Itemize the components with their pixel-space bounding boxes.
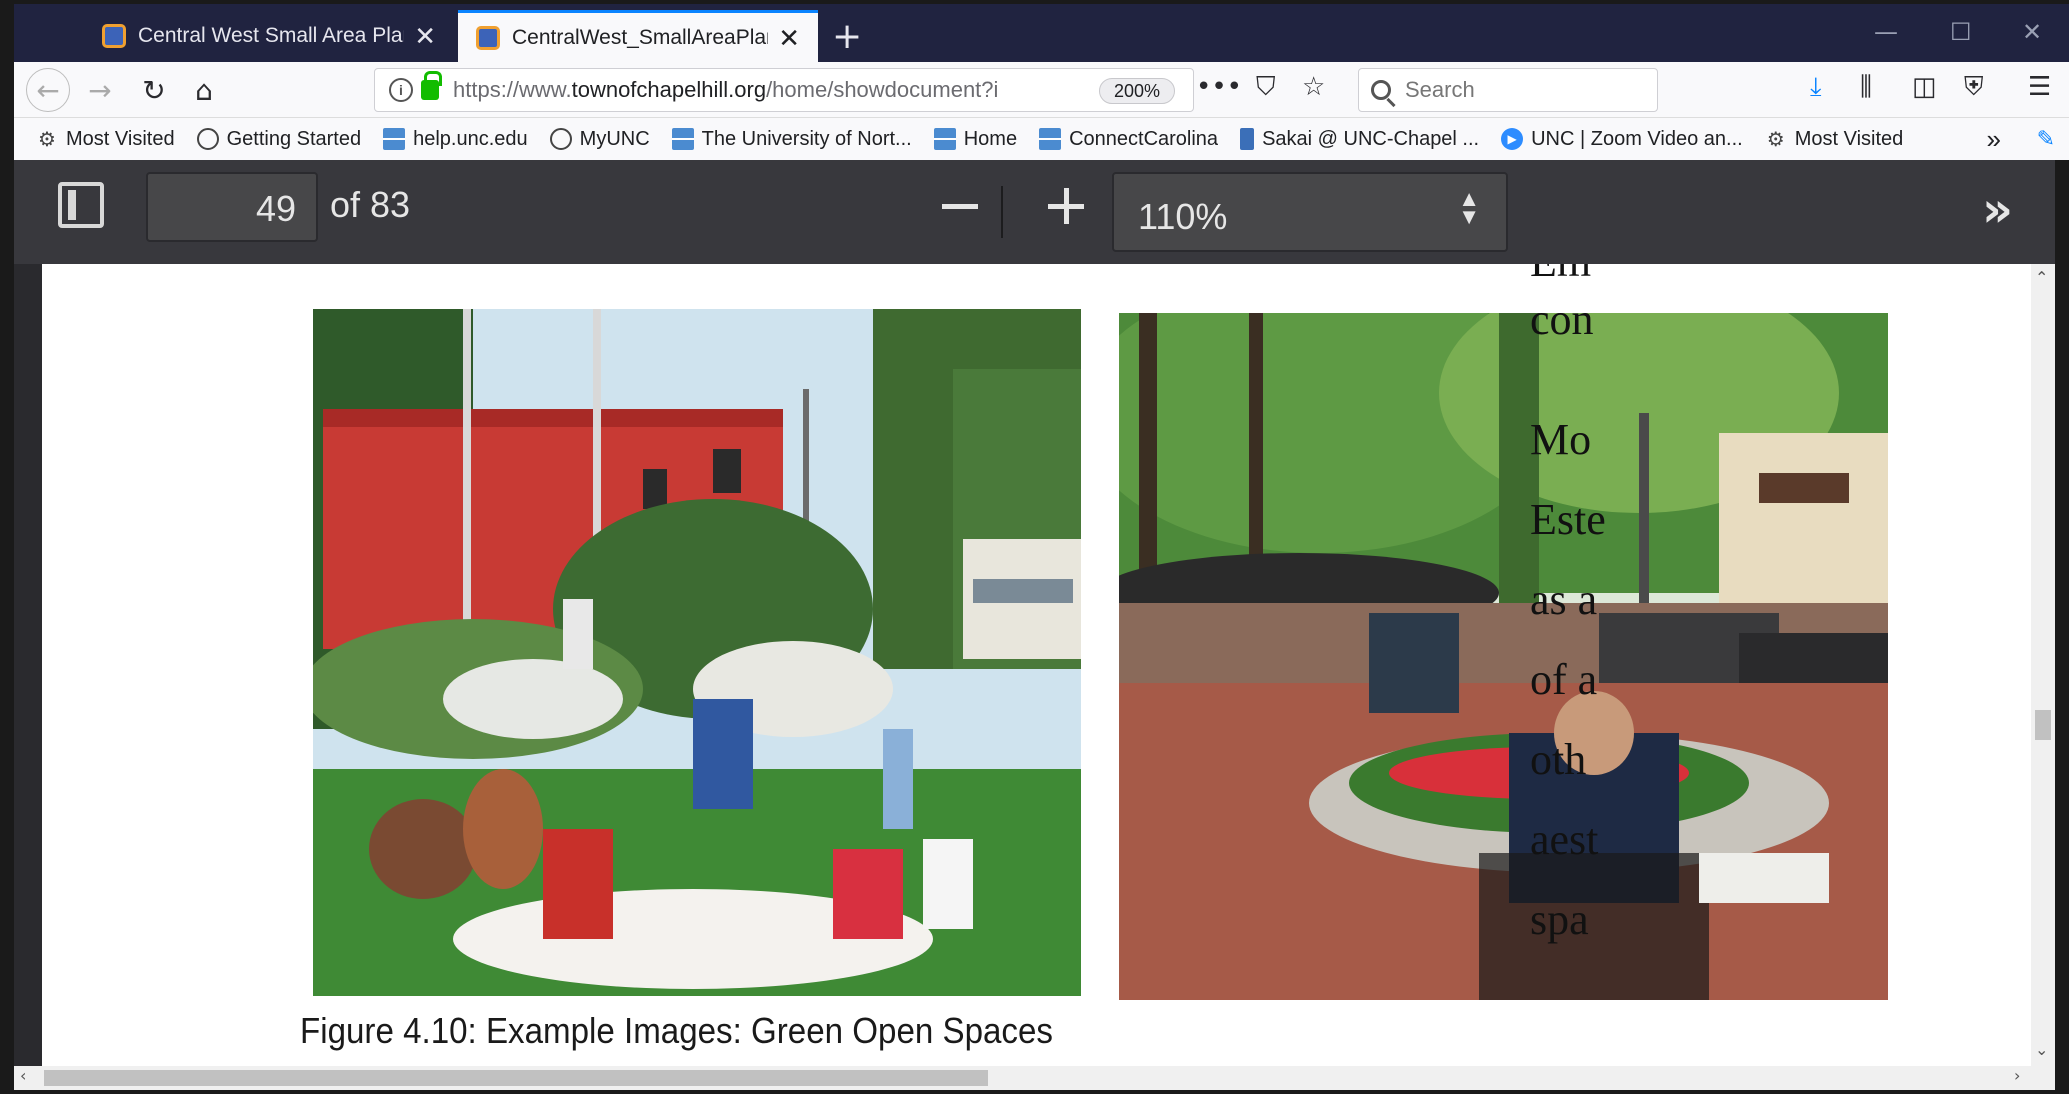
navigation-toolbar: ← → ↻ ⌂ i https://www.townofchapelhill.o… bbox=[14, 62, 2069, 118]
tab-strip: Central West Small Area Plan | ✕ Central… bbox=[14, 4, 2069, 62]
forward-button[interactable]: → bbox=[80, 70, 120, 110]
library-icon[interactable]: ⫼ bbox=[1860, 72, 1872, 103]
new-tab-button[interactable]: + bbox=[832, 16, 862, 57]
bookmark-star-icon[interactable]: ☆ bbox=[1302, 72, 1325, 102]
sidebar-toggle-icon[interactable]: ◫ bbox=[1912, 72, 1937, 102]
bookmark-zoom[interactable]: ▶ UNC | Zoom Video an... bbox=[1501, 128, 1743, 151]
edit-bookmarks-icon[interactable]: ✎ bbox=[2037, 126, 2055, 152]
horizontal-scrollbar[interactable]: ‹ › bbox=[14, 1066, 2055, 1090]
page-actions-icon[interactable]: ••• bbox=[1196, 72, 1242, 102]
tab-title: CentralWest_SmallAreaPlan_20 bbox=[512, 25, 768, 49]
tools-chevron-icon[interactable]: » bbox=[1982, 182, 2013, 238]
arrow-left-icon: ← bbox=[36, 73, 60, 107]
close-window-icon[interactable]: ✕ bbox=[2022, 18, 2042, 46]
bookmark-university[interactable]: The University of Nort... bbox=[671, 128, 912, 151]
side-text-line: as a bbox=[1530, 575, 1598, 624]
sakai-icon bbox=[1240, 128, 1255, 150]
scroll-right-icon[interactable]: › bbox=[2014, 1066, 2020, 1085]
lock-icon[interactable] bbox=[421, 71, 442, 100]
side-text-line: oth bbox=[1530, 735, 1587, 784]
url-text[interactable]: https://www.townofchapelhill.org/home/sh… bbox=[453, 77, 1073, 103]
gear-icon: ⚙ bbox=[1766, 128, 1785, 151]
bookmark-most-visited-2[interactable]: ⚙ Most Visited bbox=[1765, 128, 1904, 151]
globe-icon bbox=[196, 128, 219, 150]
tab-title: Central West Small Area Plan | bbox=[138, 24, 405, 47]
figure-caption: Figure 4.10: Example Images: Green Open … bbox=[300, 1010, 1053, 1051]
zoom-in-button[interactable] bbox=[1048, 188, 1084, 224]
gear-icon: ⚙ bbox=[38, 128, 56, 151]
plaza-photo-image bbox=[1119, 313, 1888, 1000]
scale-value: 110% bbox=[1138, 196, 1228, 237]
home-button[interactable]: ⌂ bbox=[184, 70, 224, 110]
arrow-right-icon: → bbox=[88, 73, 112, 107]
downloads-icon[interactable]: ⤓ bbox=[1810, 72, 1822, 103]
zoom-out-button[interactable] bbox=[942, 204, 978, 209]
bookmark-getting-started[interactable]: Getting Started bbox=[196, 128, 361, 151]
search-input[interactable]: Search bbox=[1358, 68, 1658, 112]
zoom-level-badge[interactable]: 200% bbox=[1099, 78, 1175, 104]
minimize-icon[interactable]: — bbox=[1874, 18, 1898, 46]
close-tab-icon[interactable]: ✕ bbox=[414, 23, 436, 49]
horizontal-scroll-thumb[interactable] bbox=[44, 1070, 988, 1086]
pdf-viewport[interactable]: Figure 4.10: Example Images: Green Open … bbox=[14, 264, 2055, 1066]
reload-icon: ↻ bbox=[142, 73, 166, 107]
page-number-input[interactable]: 49 bbox=[146, 172, 318, 242]
tab-central-west-plan[interactable]: Central West Small Area Plan | ✕ bbox=[84, 10, 454, 62]
back-button[interactable]: ← bbox=[26, 68, 70, 112]
side-text-line: Em bbox=[1530, 264, 1591, 287]
shield-icon[interactable]: ⛨ bbox=[1964, 72, 1984, 103]
side-text-line: of a bbox=[1530, 655, 1598, 704]
pocket-icon[interactable]: ⛉ bbox=[1256, 72, 1276, 103]
browser-window: Central West Small Area Plan | ✕ Central… bbox=[0, 0, 2069, 1094]
park-photo-image bbox=[313, 309, 1081, 996]
search-placeholder: Search bbox=[1405, 77, 1475, 102]
unc-icon bbox=[933, 128, 956, 150]
vertical-scroll-thumb[interactable] bbox=[2035, 710, 2051, 740]
unc-icon bbox=[671, 128, 694, 150]
park-photo bbox=[313, 309, 1081, 996]
pdf-page: Figure 4.10: Example Images: Green Open … bbox=[42, 264, 2055, 1066]
bookmark-connectcarolina[interactable]: ConnectCarolina bbox=[1039, 128, 1218, 151]
url-bar[interactable]: i https://www.townofchapelhill.org/home/… bbox=[374, 68, 1194, 112]
side-text-line: Este bbox=[1530, 495, 1606, 544]
bookmark-myunc[interactable]: MyUNC bbox=[549, 128, 650, 151]
unc-icon bbox=[383, 128, 406, 150]
bookmarks-toolbar: ⚙ Most Visited Getting Started help.unc.e… bbox=[14, 118, 2069, 160]
select-arrows-icon: ▲ ▼ bbox=[1458, 186, 1480, 229]
side-text-line: spa bbox=[1530, 895, 1589, 944]
side-text-line: con bbox=[1530, 295, 1594, 344]
scroll-down-icon[interactable]: ⌄ bbox=[2035, 1040, 2048, 1059]
reload-button[interactable]: ↻ bbox=[134, 70, 174, 110]
plaza-photo bbox=[1119, 313, 1888, 1000]
scroll-left-icon[interactable]: ‹ bbox=[20, 1066, 26, 1085]
side-text-line: aest bbox=[1530, 815, 1599, 864]
pdf-toolbar: 49 of 83 110% ▲ ▼ » bbox=[14, 160, 2055, 264]
page-count: of 83 bbox=[330, 184, 411, 225]
scale-select[interactable]: 110% ▲ ▼ bbox=[1112, 172, 1508, 252]
zoom-icon: ▶ bbox=[1501, 128, 1524, 150]
maximize-icon[interactable]: ☐ bbox=[1950, 18, 1972, 46]
toolbar-divider bbox=[1001, 186, 1003, 238]
search-icon bbox=[1371, 80, 1391, 100]
scroll-up-icon[interactable]: ⌃ bbox=[2035, 268, 2048, 287]
info-icon[interactable]: i bbox=[389, 78, 413, 102]
tab-central-west-pdf[interactable]: CentralWest_SmallAreaPlan_20 ✕ bbox=[458, 10, 818, 62]
bookmark-home[interactable]: Home bbox=[933, 128, 1017, 151]
home-icon: ⌂ bbox=[195, 73, 213, 107]
unc-icon bbox=[1039, 128, 1062, 150]
chevron-double-right-icon[interactable]: » bbox=[1987, 124, 2001, 155]
globe-icon bbox=[549, 128, 572, 150]
document-favicon-icon bbox=[102, 24, 126, 48]
close-tab-icon[interactable]: ✕ bbox=[778, 25, 800, 51]
vertical-scrollbar[interactable]: ⌃ ⌄ bbox=[2031, 264, 2055, 1066]
side-text-line: Mo bbox=[1530, 415, 1592, 464]
bookmark-most-visited[interactable]: ⚙ Most Visited bbox=[36, 128, 175, 151]
menu-icon[interactable]: ☰ bbox=[2028, 72, 2051, 102]
bookmark-help-unc[interactable]: help.unc.edu bbox=[383, 128, 528, 151]
document-favicon-icon bbox=[476, 25, 500, 50]
sidebar-toggle-button[interactable] bbox=[58, 182, 104, 228]
bookmark-sakai[interactable]: Sakai @ UNC-Chapel ... bbox=[1240, 128, 1479, 151]
